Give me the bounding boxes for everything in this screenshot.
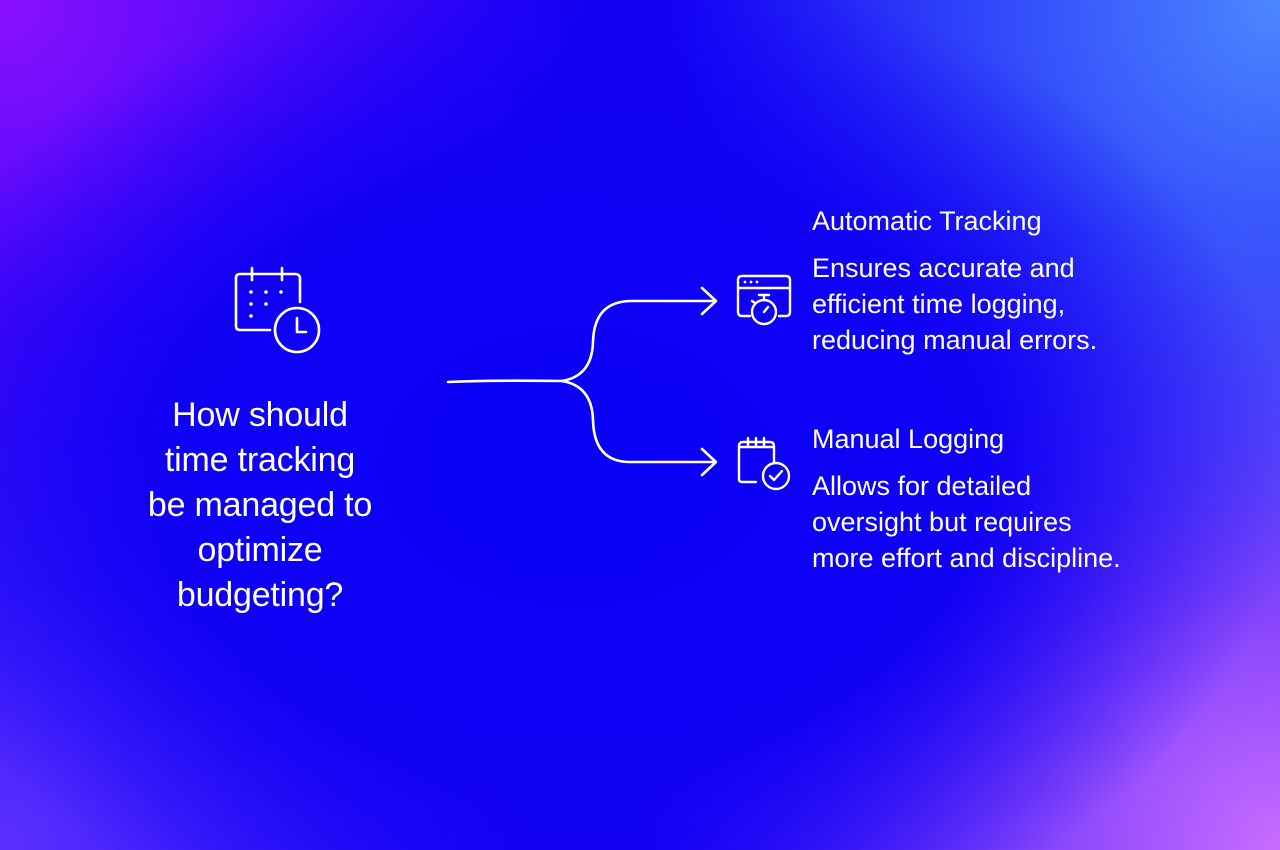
branch-description: Allows for detailed oversight but requir… — [812, 468, 1121, 576]
connector-upper-branch — [560, 299, 717, 383]
description-line: efficient time logging, — [812, 289, 1066, 319]
central-question: How should time tracking be managed to o… — [110, 393, 410, 618]
question-line: be managed to — [147, 486, 373, 524]
calendar-clock-icon — [232, 266, 324, 356]
branch-connector — [440, 280, 730, 485]
notepad-check-icon — [736, 436, 792, 492]
connector-lower-branch — [560, 379, 717, 464]
description-line: Ensures accurate and — [812, 253, 1075, 283]
branch-title: Automatic Tracking — [812, 206, 1042, 236]
branch-description: Ensures accurate and efficient time logg… — [812, 250, 1097, 358]
question-line: optimize — [197, 531, 323, 569]
branch-automatic-tracking: Automatic Tracking Ensures accurate and … — [812, 204, 1097, 358]
browser-stopwatch-icon — [736, 272, 792, 328]
question-line: budgeting? — [176, 576, 344, 614]
description-line: reducing manual errors. — [812, 325, 1098, 355]
question-line: time tracking — [164, 441, 356, 479]
question-line: How should — [172, 396, 348, 434]
description-line: Allows for detailed — [812, 471, 1032, 501]
connector-stem — [446, 379, 564, 384]
description-line: oversight but requires — [812, 507, 1072, 537]
description-line: more effort and discipline. — [812, 543, 1121, 573]
branch-title: Manual Logging — [812, 424, 1005, 454]
branch-manual-logging: Manual Logging Allows for detailed overs… — [812, 422, 1121, 576]
